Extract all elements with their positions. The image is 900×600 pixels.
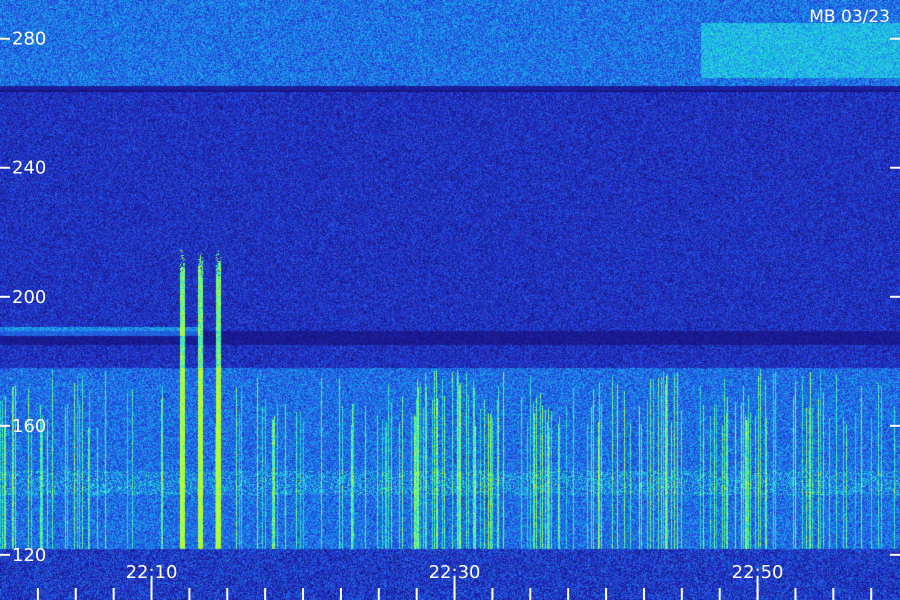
y-tick-label: 280 bbox=[12, 29, 46, 50]
y-tick-label: 200 bbox=[12, 287, 46, 308]
y-tick-label: 120 bbox=[12, 545, 46, 566]
chart-title: MB 03/23 bbox=[809, 7, 890, 27]
x-tick-label: 22:30 bbox=[429, 562, 481, 583]
y-tick-label: 240 bbox=[12, 158, 46, 179]
chart-overlay: 120 160 200 240 280 22:10 22:30 22:50 MB 03/23 bbox=[0, 7, 900, 600]
spectrogram-chart: 120 160 200 240 280 22:10 22:30 22:50 MB 03/23 bbox=[0, 0, 900, 600]
x-tick-label: 22:10 bbox=[126, 562, 178, 583]
x-tick-label: 22:50 bbox=[732, 562, 784, 583]
x-axis: 22:10 22:30 22:50 bbox=[36, 562, 873, 600]
y-tick-label: 160 bbox=[12, 416, 46, 437]
y-axis: 120 160 200 240 280 bbox=[0, 29, 900, 566]
